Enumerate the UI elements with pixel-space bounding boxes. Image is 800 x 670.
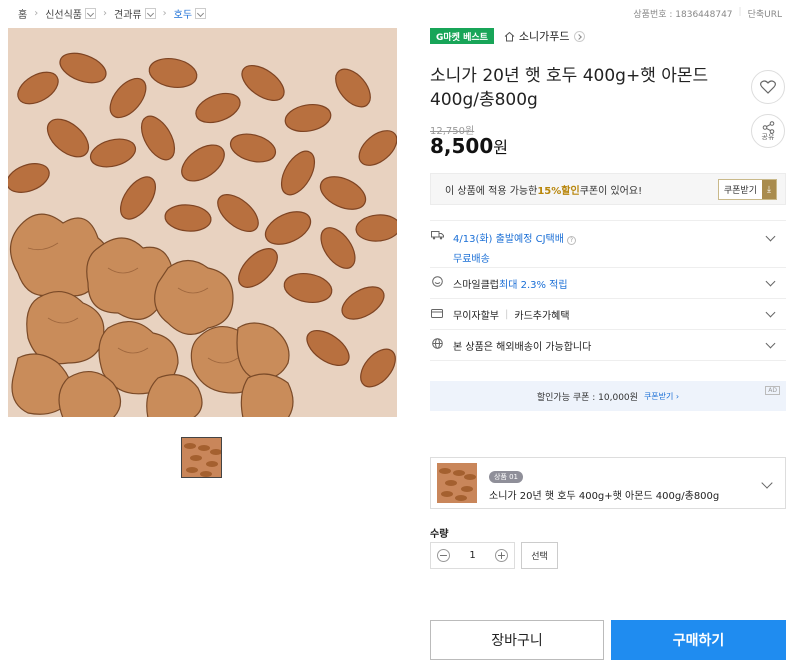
coupon-download-button[interactable]: 쿠폰받기 ⤓: [717, 179, 777, 200]
free-shipping: 무료배송: [453, 254, 490, 265]
breadcrumb-dropdown-icon[interactable]: [144, 7, 156, 19]
help-icon[interactable]: ?: [566, 236, 576, 245]
breadcrumb-item-walnut[interactable]: 호두: [174, 6, 192, 21]
globe-icon: [430, 338, 444, 352]
card-icon: [430, 308, 444, 321]
breadcrumb: 홈 › 신선식품 › 견과류 › 호두: [18, 5, 207, 21]
installment-label: 무이자할부: [453, 310, 499, 322]
wishlist-button[interactable]: [751, 70, 785, 104]
breadcrumb-separator: ›: [103, 7, 108, 19]
product-title: 소니가 20년 햇 호두 400g+햇 아몬드 400g/총800g: [430, 66, 709, 110]
sale-price: 8,500원: [430, 134, 508, 158]
smile-icon: [430, 276, 444, 290]
quantity-label: 수량: [430, 529, 449, 540]
share-label: 공유: [761, 132, 775, 141]
option-selector[interactable]: 상품 01 소니가 20년 햇 호두 400g+햇 아몬드 400g/총800g: [430, 457, 786, 509]
chevron-down-icon: [765, 231, 776, 242]
breadcrumb-separator: ›: [34, 7, 39, 19]
option-text: 상품 01 소니가 20년 햇 호두 400g+햇 아몬드 400g/총800g: [489, 464, 719, 502]
price-unit: 원: [493, 138, 508, 157]
coupon-download-label: 쿠폰받기: [723, 186, 757, 196]
seller-link[interactable]: 소니가푸드: [504, 28, 585, 44]
international-shipping-text: 본 상품은 해외배송이 가능합니다: [453, 341, 592, 353]
home-icon: [504, 31, 515, 41]
smileclub-label: 스마일클럽: [453, 279, 499, 291]
breadcrumb-dropdown-icon[interactable]: [195, 7, 207, 19]
sale-price-value: 8,500: [430, 134, 494, 158]
select-button[interactable]: 선택: [521, 542, 558, 569]
shipping-date: 4/13(화) 출발예정 CJ택배: [453, 234, 564, 245]
product-main-image: [8, 28, 397, 417]
chevron-down-icon: [761, 477, 773, 489]
thumbnail-image: [182, 438, 221, 477]
product-meta: 상품번호 : 1836448747 | 단축URL: [633, 7, 782, 20]
coupon-banner-text: 할인가능 쿠폰 : 10,000원: [536, 392, 638, 403]
badge-row: G마켓 베스트 소니가푸드: [430, 28, 585, 44]
quantity-value[interactable]: 1: [469, 550, 475, 561]
coupon-notice: 이 상품에 적용 가능한 15%할인 쿠폰이 있어요! 쿠폰받기 ⤓: [430, 173, 786, 205]
benefit-list: 4/13(화) 출발예정 CJ택배? 무료배송 스마일클럽 최대 2.3% 적립…: [430, 220, 786, 361]
breadcrumb-dropdown-icon[interactable]: [85, 7, 97, 19]
buy-now-button[interactable]: 구매하기: [611, 620, 786, 660]
breadcrumb-separator: ›: [162, 7, 167, 19]
coupon-text-post: 쿠폰이 있어요!: [579, 185, 643, 197]
chevron-down-icon: [765, 307, 776, 318]
card-benefit-row[interactable]: 무이자할부 | 카드추가혜택: [430, 299, 786, 330]
coupon-highlight: 15%할인: [537, 185, 580, 197]
plus-button[interactable]: +: [495, 549, 508, 562]
add-to-cart-button[interactable]: 장바구니: [430, 620, 604, 660]
ad-badge: AD: [765, 386, 780, 395]
smileclub-row[interactable]: 스마일클럽 최대 2.3% 적립: [430, 268, 786, 299]
short-url-link[interactable]: 단축URL: [748, 7, 782, 20]
shipping-row[interactable]: 4/13(화) 출발예정 CJ택배? 무료배송: [430, 221, 786, 268]
download-icon: ⤓: [762, 180, 776, 199]
option-thumbnail: [437, 463, 477, 503]
divider: |: [505, 308, 509, 320]
option-name: 소니가 20년 햇 호두 400g+햇 아몬드 400g/총800g: [489, 491, 720, 502]
truck-icon: [430, 230, 444, 243]
smileclub-value: 최대 2.3% 적립: [499, 279, 568, 291]
quantity-stepper: − 1 +: [430, 542, 515, 569]
heart-icon: [760, 80, 776, 94]
product-number: 상품번호 : 1836448747: [633, 10, 733, 20]
card-benefit-label: 카드추가혜택: [514, 310, 570, 322]
option-tag: 상품 01: [489, 471, 524, 483]
minus-button[interactable]: −: [437, 549, 450, 562]
divider: |: [738, 7, 742, 17]
breadcrumb-home[interactable]: 홈: [18, 6, 27, 21]
breadcrumb-item-fresh[interactable]: 신선식품: [45, 6, 82, 21]
international-shipping-row[interactable]: 본 상품은 해외배송이 가능합니다: [430, 330, 786, 361]
gmarket-best-badge: G마켓 베스트: [430, 28, 494, 44]
coupon-text-pre: 이 상품에 적용 가능한: [445, 185, 538, 197]
seller-name: 소니가푸드: [518, 30, 570, 43]
share-button[interactable]: 공유: [751, 114, 785, 148]
breadcrumb-item-nuts[interactable]: 견과류: [114, 6, 142, 21]
coupon-banner[interactable]: 할인가능 쿠폰 : 10,000원 쿠폰받기 › AD: [430, 381, 786, 411]
chevron-right-icon: [573, 30, 585, 42]
chevron-down-icon: [765, 276, 776, 287]
chevron-down-icon: [765, 338, 776, 349]
coupon-banner-link[interactable]: 쿠폰받기 ›: [644, 391, 679, 402]
product-thumbnail[interactable]: [181, 437, 222, 478]
nuts-photo: [8, 28, 397, 417]
